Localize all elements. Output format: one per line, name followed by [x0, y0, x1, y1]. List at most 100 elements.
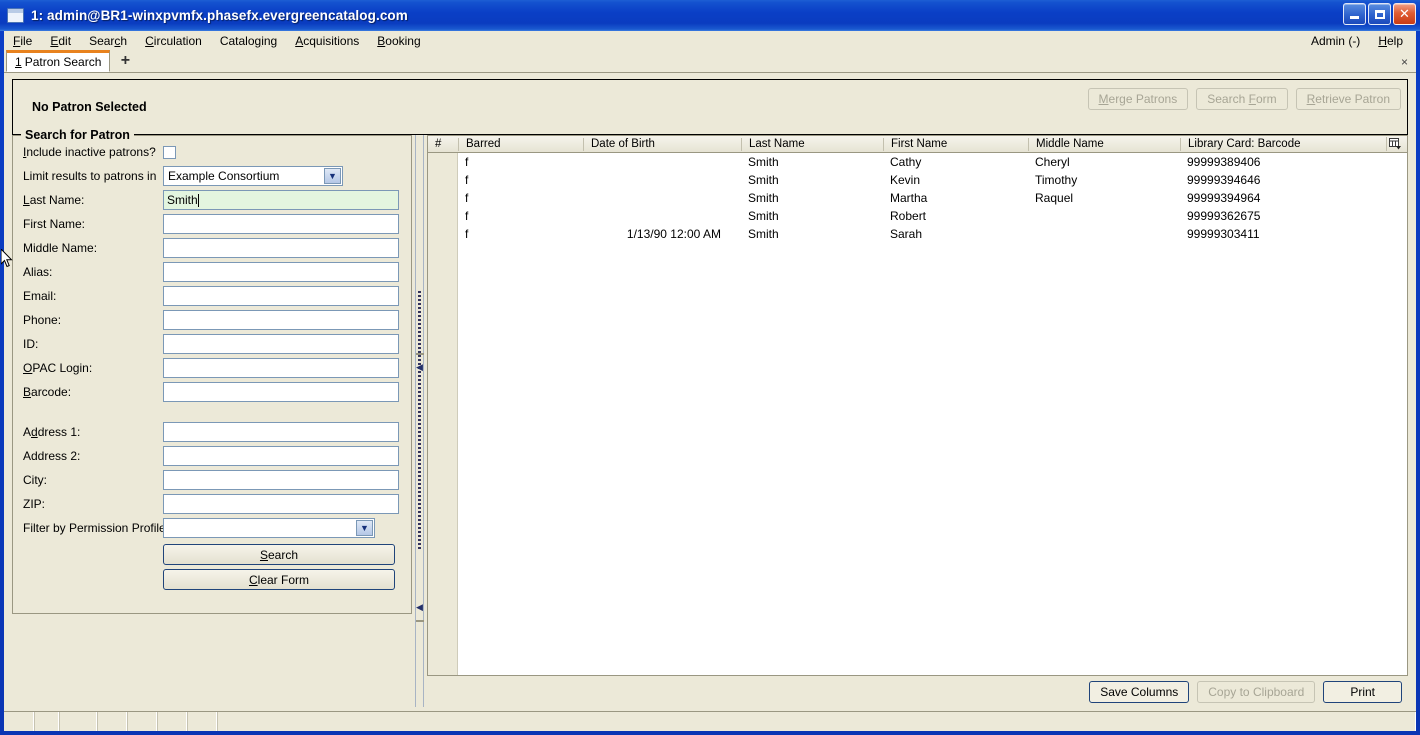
- clear-form-button[interactable]: Clear Form: [163, 569, 395, 590]
- text-caret: [197, 193, 199, 207]
- phone-input[interactable]: [163, 310, 399, 330]
- city-input[interactable]: [163, 470, 399, 490]
- field-row-permission-profile: Filter by Permission Profile: ▼: [23, 516, 401, 540]
- save-columns-button[interactable]: Save Columns: [1089, 680, 1190, 703]
- menu-cataloging[interactable]: Cataloging: [211, 32, 286, 50]
- split-panes: Search for Patron Include inactive patro…: [12, 128, 1408, 711]
- column-header-label: Date of Birth: [591, 138, 655, 150]
- column-header-num[interactable]: #: [428, 138, 458, 151]
- alias-input[interactable]: [163, 262, 399, 282]
- column-header-barcode[interactable]: Library Card: Barcode: [1180, 137, 1385, 151]
- opac-login-input[interactable]: [163, 358, 399, 378]
- field-row-opac-login: OPAC Login:: [23, 356, 401, 380]
- menu-edit[interactable]: Edit: [41, 32, 80, 50]
- column-picker-icon[interactable]: [1386, 137, 1404, 151]
- cell-dob: 1/13/90 12:00 AM: [626, 227, 721, 241]
- phone-label: Phone:: [23, 313, 62, 327]
- table-row[interactable]: 3fSmithMarthaRaquel99999394964: [428, 189, 1407, 207]
- collapse-left-icon[interactable]: ◀: [416, 363, 423, 372]
- column-header-label: First Name: [891, 138, 948, 150]
- zip-input[interactable]: [163, 494, 399, 514]
- splitter-tick-top: [416, 353, 424, 355]
- id-label: ID:: [23, 337, 39, 351]
- merge-patrons-button[interactable]: Merge Patrons: [1087, 88, 1189, 110]
- tab-label: Patron Search: [24, 55, 102, 69]
- limit-results-select[interactable]: Example Consortium ▼: [163, 166, 343, 186]
- field-row-limit-results: Limit results to patrons in Example Cons…: [23, 164, 401, 188]
- search-button[interactable]: Search: [163, 544, 395, 565]
- id-input[interactable]: [163, 334, 399, 354]
- field-spacer: [23, 404, 401, 420]
- menu-file[interactable]: File: [4, 32, 41, 50]
- last-name-input[interactable]: Smith: [163, 190, 399, 210]
- table-row[interactable]: 1fSmithCathyCheryl99999389406: [428, 153, 1407, 171]
- column-header-label: Last Name: [749, 138, 805, 150]
- tab-patron-search[interactable]: 1 Patron Search: [6, 50, 111, 72]
- cell-middle: Raquel: [1035, 191, 1074, 205]
- close-icon: ✕: [1399, 6, 1410, 22]
- address-2-input[interactable]: [163, 446, 399, 466]
- client-area: File Edit Search Circulation Cataloging …: [4, 31, 1416, 731]
- splitter-grip[interactable]: [418, 291, 421, 551]
- menu-help[interactable]: Help: [1369, 32, 1412, 50]
- first-name-input[interactable]: [163, 214, 399, 234]
- menu-admin[interactable]: Admin (-): [1302, 32, 1369, 50]
- close-button[interactable]: ✕: [1393, 3, 1416, 25]
- field-row-include-inactive: Include inactive patrons?: [23, 140, 401, 164]
- results-pane: # Barred Date of Birth Last Name First Name M…: [427, 135, 1408, 707]
- column-header-last[interactable]: Last Name: [741, 137, 883, 151]
- new-tab-button[interactable]: +: [114, 51, 136, 71]
- email-input[interactable]: [163, 286, 399, 306]
- email-label: Email:: [23, 289, 57, 303]
- cell-last: Smith: [748, 191, 779, 205]
- include-inactive-checkbox[interactable]: [163, 145, 176, 159]
- cell-first: Robert: [890, 209, 927, 223]
- cell-barcode: 99999394964: [1187, 191, 1261, 205]
- column-header-dob[interactable]: Date of Birth: [583, 137, 741, 151]
- pane-splitter[interactable]: ◀ ◀: [412, 135, 427, 707]
- menu-bar-right: Admin (-) Help: [1302, 32, 1412, 50]
- search-pane: Search for Patron Include inactive patro…: [12, 128, 412, 707]
- cell-middle: Cheryl: [1035, 155, 1070, 169]
- patron-status-label: No Patron Selected: [32, 100, 147, 114]
- field-row-zip: ZIP:: [23, 492, 401, 516]
- menu-search[interactable]: Search: [80, 32, 136, 50]
- barcode-input[interactable]: [163, 382, 399, 402]
- cell-barred: f: [465, 173, 469, 187]
- column-header-middle[interactable]: Middle Name: [1028, 137, 1180, 151]
- main-content: No Patron Selected Merge Patrons Search …: [4, 73, 1416, 711]
- search-fieldset-legend: Search for Patron: [21, 128, 134, 142]
- menu-acquisitions[interactable]: Acquisitions: [286, 32, 368, 50]
- menu-circulation[interactable]: Circulation: [136, 32, 211, 50]
- table-row[interactable]: 5f1/13/90 12:00 AMSmithSarah99999303411: [428, 225, 1407, 243]
- cell-middle: Timothy: [1035, 173, 1078, 187]
- search-form-button[interactable]: Search Form: [1196, 88, 1288, 110]
- address-1-label: Address 1:: [23, 425, 81, 439]
- retrieve-patron-button[interactable]: Retrieve Patron: [1295, 88, 1401, 110]
- column-header-label: Middle Name: [1036, 138, 1104, 150]
- permission-profile-select[interactable]: ▼: [163, 518, 375, 538]
- cell-barcode: 99999303411: [1187, 227, 1260, 241]
- close-tab-icon[interactable]: ×: [1401, 55, 1408, 69]
- opac-login-label: OPAC Login:: [23, 361, 93, 375]
- address-1-input[interactable]: [163, 422, 399, 442]
- cell-barred: f: [465, 227, 469, 241]
- table-row[interactable]: 2fSmithKevinTimothy99999394646: [428, 171, 1407, 189]
- minimize-button[interactable]: [1343, 3, 1366, 25]
- include-inactive-label: Include inactive patrons?: [23, 145, 156, 159]
- copy-to-clipboard-button[interactable]: Copy to Clipboard: [1197, 680, 1316, 703]
- row-number-column-background: [428, 153, 458, 675]
- field-row-phone: Phone:: [23, 308, 401, 332]
- column-header-barred[interactable]: Barred: [458, 137, 583, 151]
- middle-name-input[interactable]: [163, 238, 399, 258]
- collapse-left-icon-2[interactable]: ◀: [416, 603, 423, 612]
- cell-barcode: 99999389406: [1187, 155, 1261, 169]
- status-cell-5: [127, 712, 157, 731]
- alias-label: Alias:: [23, 265, 53, 279]
- application-window: 1: admin@BR1-winxpvmfx.phasefx.evergreen…: [0, 0, 1420, 735]
- print-button[interactable]: Print: [1323, 680, 1402, 703]
- maximize-button[interactable]: [1368, 3, 1391, 25]
- menu-booking[interactable]: Booking: [368, 32, 429, 50]
- table-row[interactable]: 4fSmithRobert99999362675: [428, 207, 1407, 225]
- column-header-first[interactable]: First Name: [883, 137, 1028, 151]
